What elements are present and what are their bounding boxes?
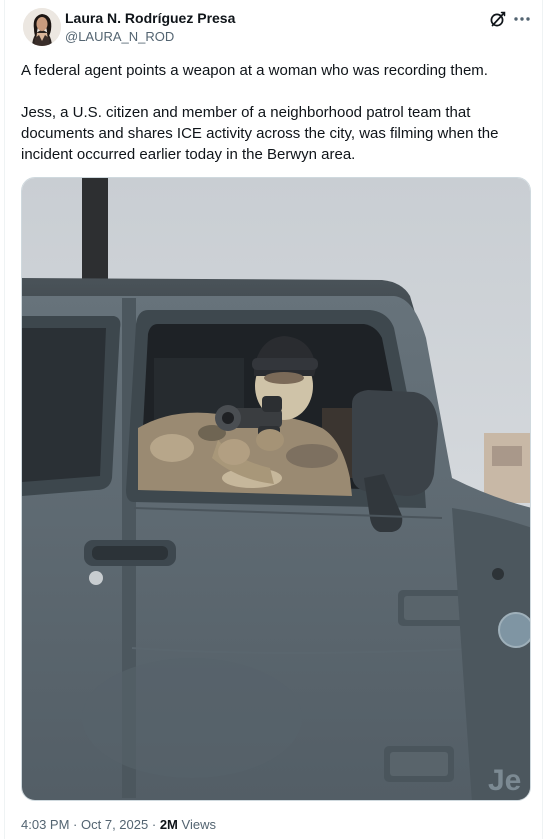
views-count: 2M	[159, 817, 178, 832]
avatar-portrait-image	[23, 8, 61, 46]
views-label: Views	[181, 817, 216, 832]
tweet-header: Laura N. Rodríguez Presa @LAURA_N_ROD	[5, 0, 544, 56]
tweet-time[interactable]: 4:03 PM	[21, 817, 69, 832]
vehicle-badge-text: Je	[488, 764, 521, 797]
tweet-paragraph-1: A federal agent points a weapon at a wom…	[21, 62, 488, 79]
tweet-date[interactable]: Oct 7, 2025	[81, 817, 148, 832]
meta-separator: ·	[73, 817, 78, 832]
more-options-icon[interactable]	[511, 9, 533, 29]
tweet-text: A federal agent points a weapon at a wom…	[21, 60, 531, 165]
tweet-meta: 4:03 PM · Oct 7, 2025 · 2M Views	[21, 817, 216, 832]
tweet-paragraph-2: Jess, a U.S. citizen and member of a nei…	[21, 104, 499, 163]
author-handle[interactable]: @LAURA_N_ROD	[65, 29, 174, 44]
author-avatar[interactable]	[23, 8, 61, 46]
tweet-media-photo[interactable]: Je	[21, 177, 531, 801]
grok-icon[interactable]	[489, 10, 507, 28]
tweet-card: Laura N. Rodríguez Presa @LAURA_N_ROD A …	[4, 0, 543, 839]
meta-separator-2: ·	[151, 817, 157, 832]
author-display-name[interactable]: Laura N. Rodríguez Presa	[65, 10, 235, 26]
photo-federal-agent-in-vehicle: Je	[22, 178, 530, 800]
